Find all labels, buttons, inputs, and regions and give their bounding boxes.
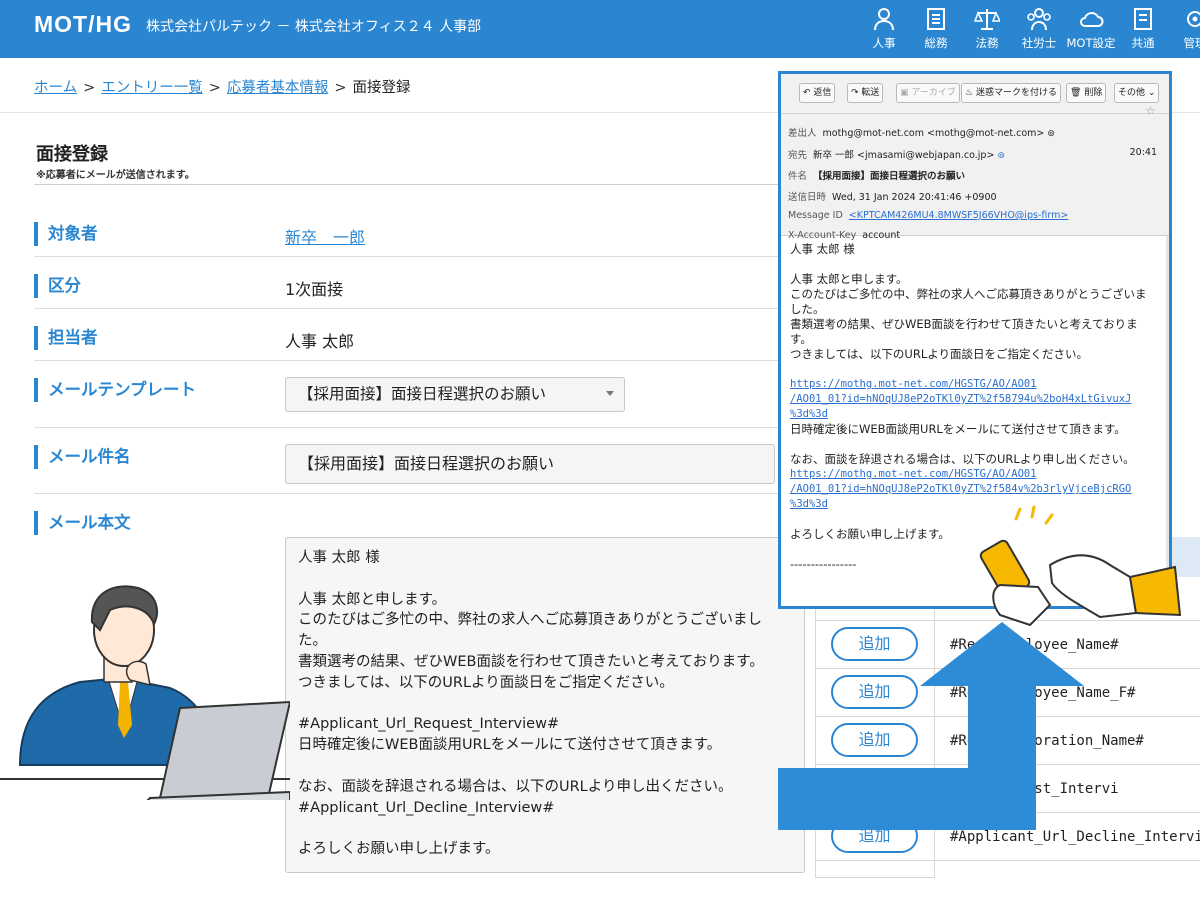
archive-icon: ▣ [900, 88, 909, 98]
mail-headers: 差出人 mothg@mot-net.com <mothg@mot-net.com>… [781, 114, 1169, 241]
subject-value: 【採用面接】面接日程選択のお願い [813, 171, 966, 182]
delete-label: 削除 [1084, 88, 1103, 98]
request-interview-link[interactable]: https://mothg.mot-net.com/HGSTG/AO/AO01 [790, 377, 1169, 392]
forward-label: 転送 [861, 88, 880, 98]
flame-icon: ♨ [965, 88, 974, 98]
junk-label: 迷惑マークを付ける [975, 88, 1057, 98]
other-label: その他 [1118, 88, 1146, 98]
archive-label: アーカイブ [911, 88, 956, 98]
date-value: Wed, 31 Jan 2024 20:41:46 +0900 [832, 192, 997, 203]
mail-toolbar: ↶ 返信 ↷ 転送 ▣ アーカイブ ♨ 迷惑マークを付ける 🗑 削除 その他 ⌄… [781, 74, 1169, 118]
mail-body-line: す。 [790, 332, 812, 346]
message-id-link[interactable]: <KPTCAM426MU4.8MWSF5J66VHO@ips-firm> [849, 210, 1069, 221]
mail-body-line: なお、面談を辞退される場合は、以下のURLより申し出ください。 [790, 452, 1135, 466]
mail-body-line: 書類選考の結果、ぜひWEB面談を行わせて頂きたいと考えておりま [790, 317, 1138, 331]
mail-body-line: 人事 太郎と申します。 [790, 272, 908, 286]
request-interview-link[interactable]: /AO01_01?id=hNOqUJ8eP2oTKl0yZT%2f58794u%… [790, 392, 1169, 407]
account-key-label: X-Account-Key [788, 230, 857, 241]
to-label: 宛先 [788, 150, 808, 161]
mail-body-line: した。 [790, 302, 825, 316]
request-interview-link[interactable]: %3d%3d [790, 407, 1169, 422]
account-key-value: account [862, 230, 901, 241]
decline-interview-link[interactable]: https://mothg.mot-net.com/HGSTG/AO/AO01 [790, 467, 1169, 482]
archive-button[interactable]: ▣ アーカイブ [896, 83, 960, 103]
mail-body-line: 人事 太郎 様 [790, 242, 855, 256]
trash-icon: 🗑 [1070, 88, 1082, 98]
from-label: 差出人 [788, 128, 817, 139]
businessman-illustration [0, 585, 290, 800]
message-id-label: Message ID [788, 210, 843, 221]
to-value[interactable]: 新卒 一郎 <jmasami@webjapan.co.jp> [813, 150, 994, 161]
reply-button[interactable]: ↶ 返信 [799, 83, 836, 103]
hand-phone-illustration [979, 505, 1182, 627]
delete-button[interactable]: 🗑 削除 [1066, 83, 1107, 103]
mail-body-line: 日時確定後にWEB面談用URLをメールにて送付させて頂きます。 [790, 422, 1126, 436]
junk-button[interactable]: ♨ 迷惑マークを付ける [961, 83, 1061, 103]
subject-label: 件名 [788, 171, 808, 182]
forward-button[interactable]: ↷ 転送 [847, 83, 884, 103]
reply-icon: ↶ [803, 88, 811, 98]
received-time: 20:41 [1129, 147, 1157, 158]
chevron-down-icon: ⌄ [1147, 88, 1156, 98]
mail-body-line: このたびはご多忙の中、弊社の求人へご応募頂きありがとうございま [790, 287, 1147, 301]
decline-interview-link[interactable]: /AO01_01?id=hNOqUJ8eP2oTKl0yZT%2f584v%2b… [790, 482, 1169, 497]
contact-icon: ⊚ [1047, 129, 1055, 139]
contact-icon: ⊚ [997, 151, 1005, 161]
mail-body-line: つきましては、以下のURLより面談日をご指定ください。 [790, 347, 1089, 361]
reply-label: 返信 [813, 88, 832, 98]
other-menu-button[interactable]: その他 ⌄ [1114, 83, 1160, 103]
forward-icon: ↷ [851, 88, 859, 98]
from-value[interactable]: mothg@mot-net.com <mothg@mot-net.com> [823, 128, 1045, 139]
date-label: 送信日時 [788, 192, 827, 203]
